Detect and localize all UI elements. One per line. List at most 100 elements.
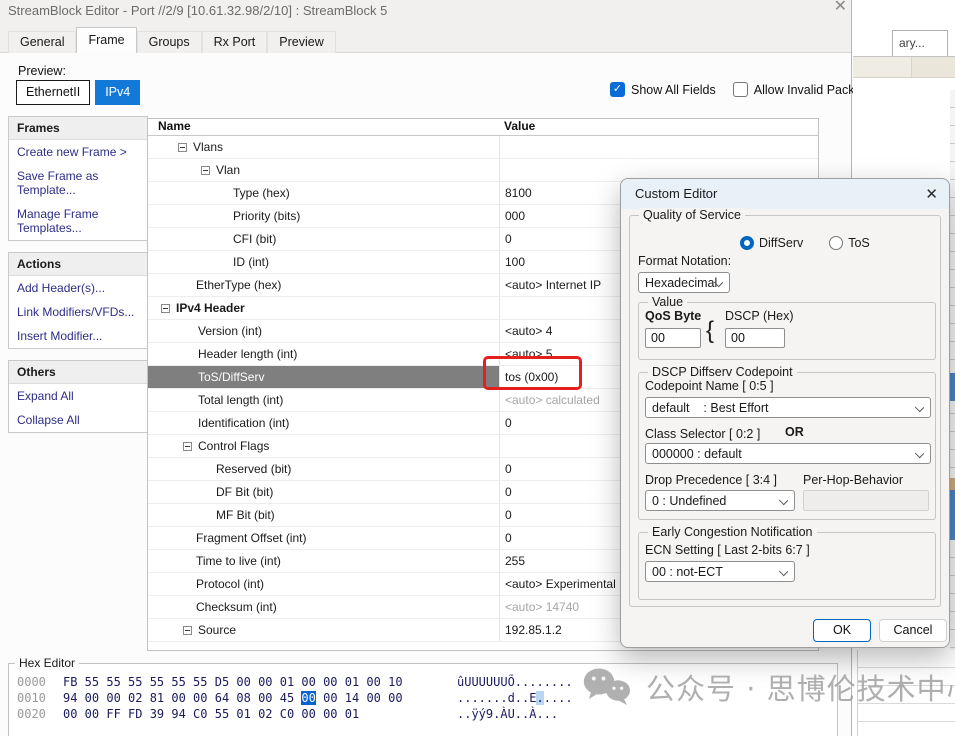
dscp-hex-input[interactable]	[725, 328, 785, 348]
format-notation-select[interactable]: Hexadecimal	[638, 272, 730, 293]
sidebar-item-collapse-all[interactable]: Collapse All	[9, 408, 147, 432]
tree-name-cell[interactable]: MF Bit (bit)	[148, 504, 499, 526]
ecn-setting-label: ECN Setting [ Last 2-bits 6:7 ]	[645, 543, 810, 557]
hex-bytes[interactable]: 94 00 00 02 81 00 00 64 08 00 45 00 00 1…	[63, 690, 435, 706]
tree-name-cell[interactable]: Version (int)	[148, 320, 499, 342]
tree-name-cell[interactable]: Type (hex)	[148, 182, 499, 204]
option-show-all-fields[interactable]: ✓Show All Fields	[610, 82, 716, 97]
tree-name-cell[interactable]: Checksum (int)	[148, 596, 499, 618]
drop-precedence-label: Drop Precedence [ 3:4 ]	[645, 473, 777, 487]
tree-name-cell[interactable]: Vlans	[148, 136, 499, 158]
option-allow-invalid-packets[interactable]: Allow Invalid Packets	[733, 82, 871, 97]
qos-byte-input[interactable]	[645, 328, 701, 348]
tab-groups[interactable]: Groups	[137, 31, 202, 53]
tree-name-cell[interactable]: Control Flags	[148, 435, 499, 457]
tree-name-cell[interactable]: Fragment Offset (int)	[148, 527, 499, 549]
collapse-minus-icon[interactable]	[183, 442, 192, 451]
collapse-minus-icon[interactable]	[183, 626, 192, 635]
diffserv-radio-label: DiffServ	[759, 236, 803, 250]
annotation-red-box	[483, 356, 582, 390]
sidebar-item-add-header-s[interactable]: Add Header(s)...	[9, 276, 147, 300]
codepoint-name-select[interactable]: default : Best Effort	[645, 397, 931, 418]
diffserv-radio[interactable]: DiffServ	[740, 236, 803, 250]
sidebar-section-title: Actions	[9, 253, 147, 276]
tree-name-cell[interactable]: Protocol (int)	[148, 573, 499, 595]
tree-name-cell[interactable]: Total length (int)	[148, 389, 499, 411]
ecn-group: Early Congestion Notification ECN Settin…	[638, 532, 936, 600]
column-header-name: Name	[148, 119, 499, 135]
tab-rx-port[interactable]: Rx Port	[202, 31, 268, 53]
sidebar-section-title: Frames	[9, 117, 147, 140]
checkbox-checked-icon[interactable]: ✓	[610, 82, 625, 97]
collapse-minus-icon[interactable]	[161, 304, 170, 313]
chevron-down-icon	[779, 567, 788, 576]
tab-general[interactable]: General	[8, 31, 76, 53]
tree-name-cell[interactable]: Header length (int)	[148, 343, 499, 365]
preview-header-button-ipv4[interactable]: IPv4	[95, 80, 140, 105]
hex-bytes[interactable]: FB 55 55 55 55 55 55 D5 00 00 01 00 00 0…	[63, 674, 435, 690]
tree-name-cell[interactable]: Vlan	[148, 159, 499, 181]
tab-strip: GeneralFrameGroupsRx PortPreview	[8, 28, 336, 53]
collapse-minus-icon[interactable]	[201, 166, 210, 175]
watermark: 公众号 · 思博伦技术中心	[583, 666, 955, 708]
tree-name-cell[interactable]: ToS/DiffServ	[148, 366, 499, 388]
hex-offset: 0010	[17, 690, 63, 706]
tree-label: DF Bit (bit)	[216, 485, 273, 499]
tos-radio[interactable]: ToS	[829, 236, 870, 250]
tree-name-cell[interactable]: CFI (bit)	[148, 228, 499, 250]
window-close-icon[interactable]: ✕	[834, 0, 847, 16]
dscp-group-label: DSCP Diffserv Codepoint	[648, 365, 797, 379]
sidebar-item-insert-modifier[interactable]: Insert Modifier...	[9, 324, 147, 348]
background-selection-sliver	[950, 490, 955, 540]
sidebar-item-save-frame-as-template[interactable]: Save Frame as Template...	[9, 164, 147, 202]
ecn-setting-select[interactable]: 00 : not-ECT	[645, 561, 795, 582]
tree-name-cell[interactable]: Reserved (bit)	[148, 458, 499, 480]
qos-radio-row: DiffServ ToS	[740, 236, 870, 250]
checkbox-unchecked-icon[interactable]	[733, 82, 748, 97]
class-selector-select[interactable]: 000000 : default	[645, 443, 931, 464]
tree-row-vlans[interactable]: Vlans	[148, 136, 818, 159]
brace-glyph: {	[706, 317, 714, 345]
dscp-codepoint-group: DSCP Diffserv Codepoint Codepoint Name […	[638, 372, 936, 520]
drop-precedence-select[interactable]: 0 : Undefined	[645, 490, 795, 511]
tree-label: Reserved (bit)	[216, 462, 291, 476]
tab-frame[interactable]: Frame	[76, 27, 136, 53]
background-tab[interactable]: ary...	[892, 30, 948, 56]
tree-name-cell[interactable]: EtherType (hex)	[148, 274, 499, 296]
hex-selected-byte[interactable]: 00	[301, 691, 315, 705]
sidebar-item-expand-all[interactable]: Expand All	[9, 384, 147, 408]
hex-offset: 0000	[17, 674, 63, 690]
tree-name-cell[interactable]: Source	[148, 619, 499, 641]
class-selector-value: 000000 : default	[652, 447, 742, 461]
hex-bytes[interactable]: 00 00 FF FD 39 94 C0 55 01 02 C0 00 00 0…	[63, 706, 435, 722]
tree-name-cell[interactable]: Priority (bits)	[148, 205, 499, 227]
tree-value[interactable]	[499, 136, 818, 158]
tree-name-cell[interactable]: DF Bit (bit)	[148, 481, 499, 503]
tab-preview[interactable]: Preview	[267, 31, 335, 53]
chevron-down-icon	[915, 403, 924, 412]
preview-header-button-ethernetii[interactable]: EthernetII	[16, 80, 90, 105]
titlebar: StreamBlock Editor - Port //2/9 [10.61.3…	[0, 0, 851, 26]
tree-name-cell[interactable]: Identification (int)	[148, 412, 499, 434]
tos-radio-label: ToS	[848, 236, 870, 250]
sidebar-item-manage-frame-templates[interactable]: Manage Frame Templates...	[9, 202, 147, 240]
chevron-down-icon	[915, 449, 924, 458]
dialog-close-icon[interactable]: ✕	[925, 185, 938, 203]
sidebar-item-create-new-frame[interactable]: Create new Frame >	[9, 140, 147, 164]
sidebar-item-link-modifiers-vfds[interactable]: Link Modifiers/VFDs...	[9, 300, 147, 324]
tree-label: ID (int)	[233, 255, 269, 269]
tree-name-cell[interactable]: IPv4 Header	[148, 297, 499, 319]
ascii-selected-char: .	[536, 691, 543, 705]
tree-name-cell[interactable]: ID (int)	[148, 251, 499, 273]
hex-row-0020[interactable]: 002000 00 FF FD 39 94 C0 55 01 02 C0 00 …	[17, 706, 837, 722]
ok-button[interactable]: OK	[813, 619, 871, 642]
tree-name-cell[interactable]: Time to live (int)	[148, 550, 499, 572]
hex-ascii: ûUUUUUUÕ........	[457, 674, 573, 690]
class-selector-label: Class Selector [ 0:2 ]	[645, 427, 760, 441]
codepoint-name-value: default : Best Effort	[652, 401, 769, 415]
dialog-title: Custom Editor	[635, 186, 717, 201]
background-toolbar	[853, 57, 955, 78]
tree-label: ToS/DiffServ	[198, 370, 264, 384]
cancel-button[interactable]: Cancel	[879, 619, 947, 642]
collapse-minus-icon[interactable]	[178, 143, 187, 152]
